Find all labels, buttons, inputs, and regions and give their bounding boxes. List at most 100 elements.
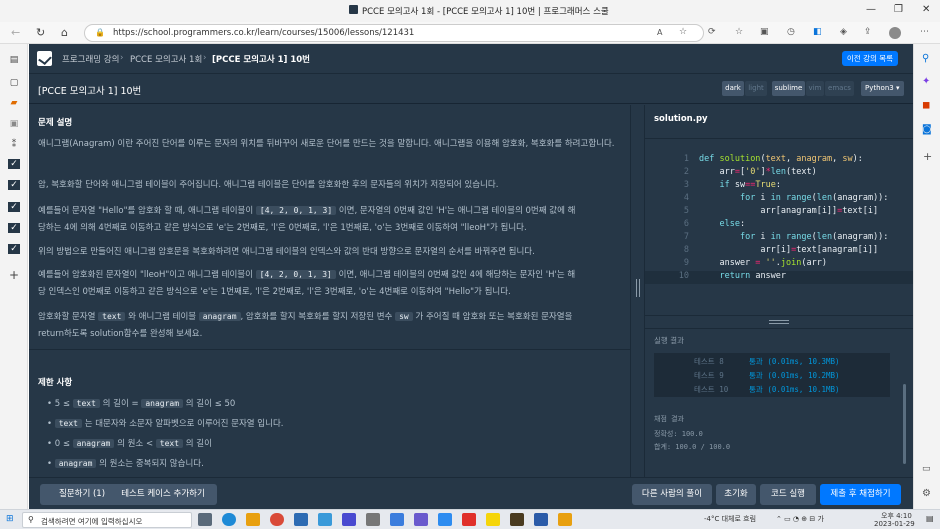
favorites-icon[interactable]: ☆ bbox=[735, 27, 743, 37]
others-solutions-button[interactable]: 다른 사람의 풀이 bbox=[632, 484, 712, 505]
store-icon[interactable] bbox=[294, 513, 308, 526]
result-pane: 실행 결과 테스트 8 통과 (0.01ms, 10.3MB) 테스트 9 통과 (… bbox=[645, 329, 913, 477]
taskbar-search-box[interactable]: ⚲ 검색하려면 여기에 입력하십시오 bbox=[22, 512, 192, 528]
programmers-tab-icon[interactable]: ✓ bbox=[8, 244, 20, 254]
tab-favicon-icon[interactable]: ⁑ bbox=[8, 140, 20, 150]
keymap-vim-button[interactable]: vim bbox=[806, 81, 824, 96]
performance-icon[interactable]: ◈ bbox=[840, 27, 847, 37]
collections-icon[interactable]: ▣ bbox=[760, 27, 769, 37]
tab-favicon-icon[interactable]: ▰ bbox=[8, 98, 20, 108]
history-icon[interactable]: ◷ bbox=[787, 27, 795, 37]
home-icon[interactable]: ⌂ bbox=[61, 26, 68, 39]
code-editor[interactable]: 1 2 3 4 5 6 7 8 9 10 def solution(text, … bbox=[645, 138, 913, 315]
submit-button[interactable]: 제출 후 채점하기 bbox=[820, 484, 901, 505]
edge-sidebar: ⚲ ✦ ◼ ◙ + ▭ ⚙ bbox=[913, 44, 940, 509]
settings-gear-icon[interactable]: ⚙ bbox=[922, 488, 931, 499]
refresh-icon[interactable]: ↻ bbox=[36, 26, 45, 39]
language-select[interactable]: Python3 ▾ bbox=[861, 81, 904, 96]
programmers-tab-icon[interactable]: ✓ bbox=[8, 159, 20, 169]
copilot-icon[interactable]: ✦ bbox=[922, 76, 930, 87]
reset-button[interactable]: 초기화 bbox=[716, 484, 756, 505]
section-heading: 제한 사항 bbox=[38, 378, 73, 388]
address-bar[interactable]: 🔒 https://school.programmers.co.kr/learn… bbox=[84, 24, 704, 42]
close-icon[interactable]: ✕ bbox=[922, 4, 930, 15]
breadcrumb-item[interactable]: 프로그래밍 강의 bbox=[62, 53, 119, 65]
system-tray-icons[interactable]: ⌃ ▭ ◔ ⊕ ⊟ 가 bbox=[776, 514, 824, 524]
app-icon[interactable] bbox=[510, 513, 524, 526]
theme-dark-button[interactable]: dark bbox=[722, 81, 744, 96]
file-explorer-icon[interactable] bbox=[246, 513, 260, 526]
run-code-button[interactable]: 코드 실행 bbox=[760, 484, 816, 505]
favorite-add-icon[interactable]: ☆ bbox=[679, 27, 687, 37]
sidebar-layout-icon[interactable]: ▭ bbox=[922, 464, 931, 474]
pane-resize-handle[interactable] bbox=[630, 105, 645, 477]
app-icon[interactable] bbox=[462, 513, 476, 526]
windows-taskbar: ⊞ ⚲ 검색하려면 여기에 입력하십시오 -4°C 대체로 흐림 ⌃ ▭ ◔ ⊕… bbox=[0, 509, 940, 529]
url-text[interactable]: https://school.programmers.co.kr/learn/c… bbox=[113, 28, 414, 38]
new-tab-icon[interactable]: + bbox=[8, 268, 20, 282]
notifications-icon[interactable]: ▤ bbox=[926, 514, 934, 523]
edge-bar-icon[interactable]: ◧ bbox=[813, 27, 822, 37]
keymap-sublime-button[interactable]: sublime bbox=[772, 81, 805, 96]
read-aloud-icon[interactable]: A bbox=[657, 28, 662, 37]
editor-filename: solution.py bbox=[654, 114, 708, 124]
settings-app-icon[interactable] bbox=[366, 513, 380, 526]
search-icon[interactable]: ⚲ bbox=[922, 53, 929, 64]
programmers-tab-icon[interactable]: ✓ bbox=[8, 223, 20, 233]
editor-result-resize-handle[interactable] bbox=[645, 315, 913, 329]
back-icon[interactable]: ← bbox=[11, 26, 20, 39]
code-line: if sw==True: bbox=[719, 180, 781, 190]
paragraph: 암호화할 문자열 text 와 애니그램 테이블 anagram, 암호화를 할… bbox=[38, 308, 623, 343]
tab-actions-icon[interactable]: ▤ bbox=[8, 55, 20, 65]
prev-lesson-list-button[interactable]: 이전 강의 목록 bbox=[842, 51, 898, 66]
code-line: for i in range(len(anagram)): bbox=[739, 232, 889, 242]
text: 이면, 애니그램 테이블의 0번째 값인 4에 해당하는 문자인 'H'는 해 bbox=[338, 270, 576, 280]
app-icon[interactable] bbox=[558, 513, 572, 526]
edge-icon[interactable] bbox=[222, 513, 236, 526]
result-scrollbar[interactable] bbox=[903, 384, 906, 464]
weather-widget[interactable]: -4°C 대체로 흐림 bbox=[704, 514, 756, 524]
minimize-icon[interactable]: — bbox=[866, 4, 876, 15]
keymap-emacs-button[interactable]: emacs bbox=[825, 81, 854, 96]
drag-grip-icon bbox=[769, 320, 789, 324]
workspace-tab-icon[interactable]: ▢ bbox=[8, 78, 20, 88]
text: 0 ≤ bbox=[54, 439, 70, 449]
extensions-icon[interactable]: ⟳ bbox=[708, 27, 716, 37]
code-line: arr[anagram[i]]=text[i] bbox=[699, 206, 879, 216]
programmers-page: 프로그래밍 강의 › PCCE 모의고사 1회 › [PCCE 모의고사 1] … bbox=[29, 44, 913, 509]
windows-start-icon[interactable]: ⊞ bbox=[6, 514, 14, 524]
office-icon[interactable]: ◼ bbox=[922, 100, 930, 111]
test-name: 테스트 8 bbox=[694, 357, 724, 366]
share-icon[interactable]: ⇪ bbox=[864, 27, 872, 37]
add-test-case-button[interactable]: 테스트 케이스 추가하기 bbox=[109, 484, 217, 505]
outlook-icon[interactable]: ◙ bbox=[922, 124, 932, 135]
word-icon[interactable] bbox=[534, 513, 548, 526]
task-view-icon[interactable] bbox=[198, 513, 212, 526]
breadcrumb-item[interactable]: PCCE 모의고사 1회 bbox=[130, 53, 202, 65]
programmers-tab-icon[interactable]: ✓ bbox=[8, 180, 20, 190]
search-icon: ⚲ bbox=[28, 515, 34, 524]
profile-avatar[interactable] bbox=[889, 27, 901, 39]
add-sidebar-app-icon[interactable]: + bbox=[923, 150, 932, 163]
browser-tab-title[interactable]: PCCE 모의고사 1회 - [PCCE 모의고사 1] 10번 | 프로그래머… bbox=[362, 5, 609, 17]
mail-icon[interactable] bbox=[318, 513, 332, 526]
inline-code: [4, 2, 0, 1, 3] bbox=[255, 270, 336, 279]
kakaotalk-icon[interactable] bbox=[486, 513, 500, 526]
line-number: 2 bbox=[683, 167, 689, 177]
app-icon[interactable] bbox=[390, 513, 404, 526]
chrome-icon[interactable] bbox=[270, 513, 284, 526]
app-icon[interactable] bbox=[342, 513, 356, 526]
text: 5 ≤ bbox=[54, 399, 70, 409]
lock-icon[interactable]: 🔒 bbox=[95, 28, 105, 37]
inline-code: text bbox=[98, 312, 126, 321]
clock-date[interactable]: 2023-01-29 bbox=[874, 520, 915, 528]
programmers-logo-icon[interactable] bbox=[37, 51, 52, 66]
app-icon[interactable] bbox=[414, 513, 428, 526]
tab-favicon-icon[interactable]: ▣ bbox=[8, 119, 20, 129]
more-menu-icon[interactable]: ⋯ bbox=[920, 27, 929, 37]
programmers-tab-icon[interactable]: ✓ bbox=[8, 202, 20, 212]
chevron-right-icon: › bbox=[120, 53, 124, 63]
restore-icon[interactable]: ❐ bbox=[894, 4, 903, 15]
theme-light-button[interactable]: light bbox=[745, 81, 767, 96]
app-icon[interactable] bbox=[438, 513, 452, 526]
